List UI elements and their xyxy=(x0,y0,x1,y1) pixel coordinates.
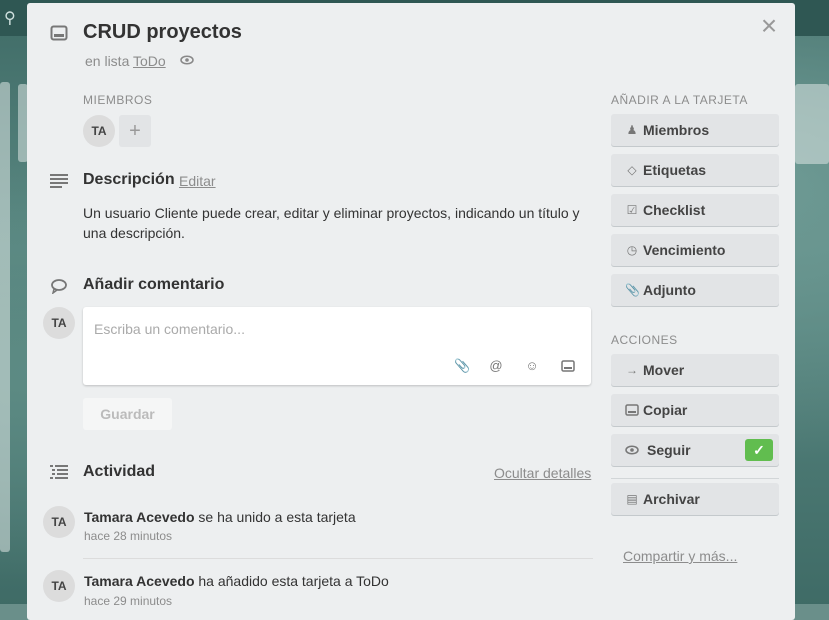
activity-action: se ha unido a esta tarjeta xyxy=(198,509,356,525)
activity-entry: Tamara Acevedo ha añadido esta tarjeta a… xyxy=(84,573,389,589)
search-icon[interactable]: ⚲ xyxy=(4,8,16,28)
close-icon[interactable]: × xyxy=(757,12,781,40)
activity-icon xyxy=(50,465,68,479)
emoji-icon[interactable]: ☺ xyxy=(525,359,539,373)
avatar[interactable]: TA xyxy=(43,506,75,538)
due-date-button-label: Vencimiento xyxy=(643,242,726,258)
checklist-button[interactable]: ☑ Checklist xyxy=(611,194,779,226)
card-detail-modal: × CRUD proyectos en lista ToDo MIEMBROS … xyxy=(27,3,795,620)
checklist-button-label: Checklist xyxy=(643,202,706,218)
avatar[interactable]: TA xyxy=(83,115,115,147)
add-member-button[interactable]: + xyxy=(119,115,151,147)
activity-title: Actividad xyxy=(83,463,156,480)
divider xyxy=(83,558,593,559)
description-icon xyxy=(50,174,68,188)
labels-button[interactable]: ◇ Etiquetas xyxy=(611,154,779,186)
save-comment-button[interactable]: Guardar xyxy=(83,398,172,430)
background-card xyxy=(795,84,829,164)
list-link[interactable]: ToDo xyxy=(133,53,166,69)
add-to-card-label: AÑADIR A LA TARJETA xyxy=(611,93,748,107)
eye-icon xyxy=(180,55,194,65)
move-button[interactable]: → Mover xyxy=(611,354,779,386)
follow-button[interactable]: Seguir ✓ xyxy=(611,434,779,466)
edit-description-link[interactable]: Editar xyxy=(179,173,216,189)
attachment-button-label: Adjunto xyxy=(643,282,696,298)
hide-details-link[interactable]: Ocultar detalles xyxy=(494,465,591,481)
add-comment-title: Añadir comentario xyxy=(83,276,225,293)
card-title[interactable]: CRUD proyectos xyxy=(83,21,242,44)
copy-button[interactable]: Copiar xyxy=(611,394,779,426)
arrow-right-icon: → xyxy=(626,363,638,377)
mention-icon[interactable]: @ xyxy=(489,359,503,373)
activity-user[interactable]: Tamara Acevedo xyxy=(84,573,195,589)
archive-button-label: Archivar xyxy=(643,491,700,507)
avatar: TA xyxy=(43,307,75,339)
paperclip-icon: 📎 xyxy=(625,283,640,297)
card-icon xyxy=(50,25,68,41)
description-text[interactable]: Un usuario Cliente puede crear, editar y… xyxy=(83,203,598,243)
actions-label: ACCIONES xyxy=(611,333,678,347)
card-icon[interactable] xyxy=(561,359,575,373)
person-icon: ♟ xyxy=(626,123,638,137)
activity-time[interactable]: hace 28 minutos xyxy=(84,529,172,543)
follow-button-label: Seguir xyxy=(647,442,691,458)
attachment-button[interactable]: 📎 Adjunto xyxy=(611,274,779,306)
comment-icon xyxy=(51,279,67,294)
labels-button-label: Etiquetas xyxy=(643,162,707,178)
tag-icon: ◇ xyxy=(627,163,637,177)
members-label: MIEMBROS xyxy=(83,93,153,107)
background-list xyxy=(0,82,10,552)
card-list-info: en lista ToDo xyxy=(85,53,166,69)
activity-action: ha añadido esta tarjeta a ToDo xyxy=(198,573,389,589)
card-icon xyxy=(625,404,639,416)
avatar[interactable]: TA xyxy=(43,570,75,602)
comment-placeholder: Escriba un comentario... xyxy=(94,321,245,337)
due-date-button[interactable]: ◷ Vencimiento xyxy=(611,234,779,266)
share-and-more-link[interactable]: Compartir y más... xyxy=(623,548,737,564)
in-list-prefix: en lista xyxy=(85,53,130,69)
eye-icon xyxy=(625,445,639,455)
divider xyxy=(611,478,779,479)
activity-entry: Tamara Acevedo se ha unido a esta tarjet… xyxy=(84,509,356,525)
clock-icon: ◷ xyxy=(626,243,638,257)
members-button[interactable]: ♟ Miembros xyxy=(611,114,779,146)
archive-button[interactable]: ▤ Archivar xyxy=(611,483,779,515)
paperclip-icon[interactable]: 📎 xyxy=(454,359,470,373)
check-icon: ✓ xyxy=(745,439,773,461)
archive-icon: ▤ xyxy=(626,492,638,506)
activity-time[interactable]: hace 29 minutos xyxy=(84,594,172,608)
checkbox-icon: ☑ xyxy=(626,203,638,217)
move-button-label: Mover xyxy=(643,362,685,378)
activity-user[interactable]: Tamara Acevedo xyxy=(84,509,195,525)
comment-input[interactable]: Escriba un comentario... 📎 @ ☺ xyxy=(83,307,591,385)
members-button-label: Miembros xyxy=(643,122,710,138)
description-title: Descripción xyxy=(83,171,175,188)
copy-button-label: Copiar xyxy=(643,402,688,418)
